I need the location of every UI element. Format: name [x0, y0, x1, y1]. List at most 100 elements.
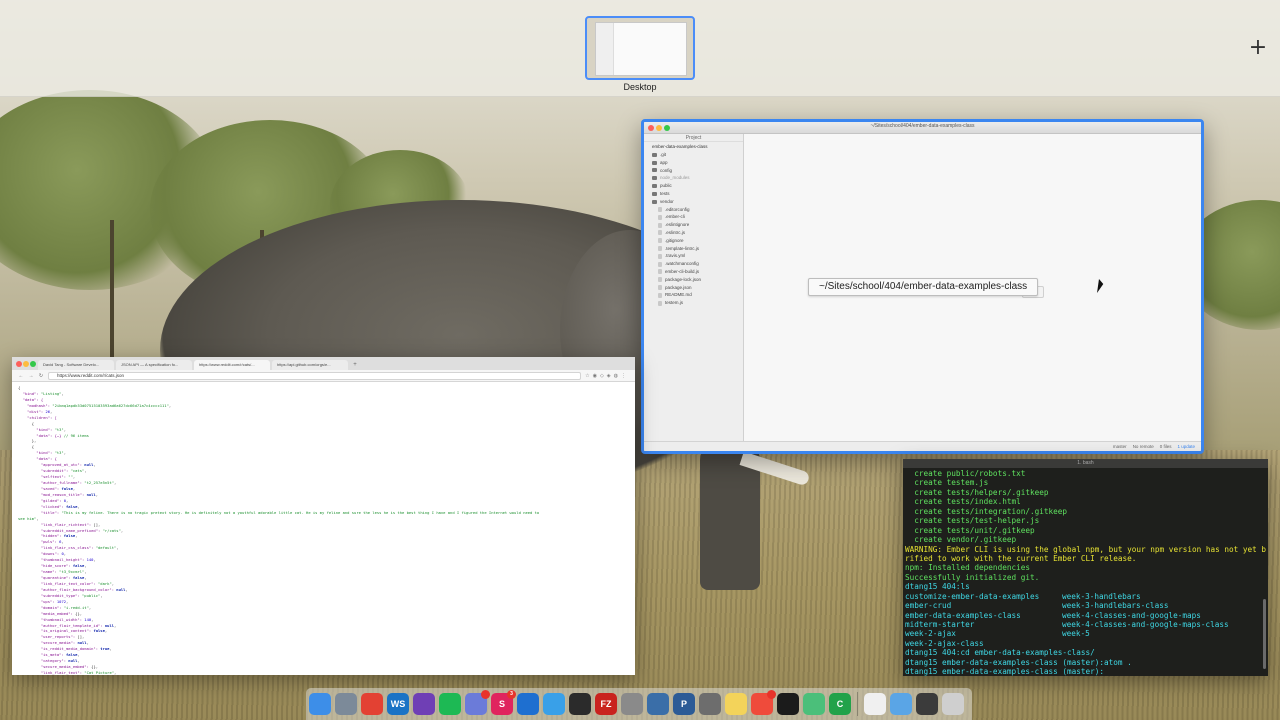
new-tab-icon[interactable]: +: [350, 360, 360, 370]
chrome-tab[interactable]: https://api.github.com/orgs/e...: [272, 360, 348, 370]
trash-icon[interactable]: [942, 693, 964, 715]
1password-icon[interactable]: [517, 693, 539, 715]
webstorm-icon[interactable]: WS: [387, 693, 409, 715]
terminal-output[interactable]: create public/robots.txt create testem.j…: [903, 468, 1268, 676]
update-status[interactable]: 1 update: [1177, 444, 1195, 449]
dock-icon-glyph: P: [680, 699, 687, 709]
github-desktop-icon[interactable]: [413, 693, 435, 715]
json-token: "link_flair_css_class":: [18, 545, 96, 551]
extension-icons[interactable]: ☆◉◇◈◍⋮: [585, 373, 629, 379]
json-token: "is_meta":: [18, 652, 67, 658]
tree-file-item[interactable]: .template-lintrc.js: [644, 245, 743, 253]
zoom-icon[interactable]: [30, 361, 36, 367]
tree-folder-item[interactable]: tests: [644, 190, 743, 198]
json-token: "children": [: [18, 414, 57, 420]
tree-file-item[interactable]: .gitignore: [644, 237, 743, 245]
launchpad-icon[interactable]: [335, 693, 357, 715]
json-token: ,: [63, 551, 67, 557]
chrome-window[interactable]: David Tang - Software Develo... JSON API…: [12, 357, 635, 675]
tree-file-item[interactable]: .ember-cli: [644, 213, 743, 221]
tree-file-item[interactable]: ember-cli-build.js: [644, 268, 743, 276]
tree-folder-item[interactable]: public: [644, 182, 743, 190]
file-icon: [658, 222, 662, 228]
notes-icon[interactable]: [725, 693, 747, 715]
clion-icon[interactable]: C: [829, 693, 851, 715]
git-remote-status[interactable]: No remote: [1133, 444, 1154, 449]
git-branch-status[interactable]: master: [1113, 444, 1127, 449]
atom-icon[interactable]: [803, 693, 825, 715]
chrome-tab[interactable]: David Tang - Software Develo...: [38, 360, 114, 370]
calendar-icon[interactable]: [751, 690, 776, 715]
spotify-icon[interactable]: [439, 693, 461, 715]
tree-folder-item[interactable]: config: [644, 167, 743, 175]
activity-monitor-icon[interactable]: [569, 693, 591, 715]
chrome-toolbar: ← → ↻ https://www.reddit.com/r/cats.json…: [12, 370, 635, 382]
forward-icon[interactable]: →: [28, 373, 34, 379]
tree-file-item[interactable]: .eslintrc.js: [644, 229, 743, 237]
chrome-icon[interactable]: [361, 693, 383, 715]
tree-file-item[interactable]: package-lock.json: [644, 276, 743, 284]
json-token: ,: [111, 580, 115, 586]
tree-file-item[interactable]: .travis.yml: [644, 252, 743, 260]
system-preferences-icon[interactable]: [699, 693, 721, 715]
json-token: ,: [61, 539, 64, 545]
folder-icon: [652, 176, 657, 181]
tree-file-item[interactable]: .watchmanconfig: [644, 260, 743, 268]
json-token: ,: [63, 450, 67, 456]
tree-folder-item[interactable]: node_modules: [644, 174, 743, 182]
tree-folder-item[interactable]: app: [644, 159, 743, 167]
tree-item-label: node_modules: [660, 175, 690, 181]
paw-icon[interactable]: P: [673, 693, 695, 715]
chrome-tab-active[interactable]: https://www.reddit.com/r/cats/...: [194, 360, 270, 370]
database-icon[interactable]: [621, 693, 643, 715]
terminal-window[interactable]: 1. bash create public/robots.txt create …: [903, 459, 1268, 676]
json-token: "hide_score":: [18, 563, 73, 569]
finder-icon[interactable]: [309, 693, 331, 715]
close-icon[interactable]: [16, 361, 22, 367]
back-icon[interactable]: ←: [18, 373, 24, 379]
discord-icon[interactable]: [465, 690, 490, 715]
messages-icon[interactable]: [543, 693, 565, 715]
filezilla-icon[interactable]: FZ: [595, 693, 617, 715]
reload-icon[interactable]: ↻: [38, 373, 44, 379]
chrome-tab[interactable]: JSON API — A specification fo...: [116, 360, 192, 370]
screen-icon[interactable]: [916, 693, 938, 715]
desktop-space-thumbnail[interactable]: [585, 16, 695, 80]
json-token: ,: [88, 604, 92, 610]
ls-entry: week-5: [1062, 629, 1090, 639]
notification-badge: 3: [507, 690, 516, 699]
ls-output-row: ember-crud week-3-handlebars-class: [905, 601, 1266, 610]
json-token: "data": {…}: [18, 432, 64, 438]
tree-file-item[interactable]: README.md: [644, 291, 743, 299]
git-files-status[interactable]: 0 files: [1160, 444, 1172, 449]
terminal-scrollbar[interactable]: [1263, 599, 1266, 669]
terminal-icon[interactable]: [777, 693, 799, 715]
tree-folder-item[interactable]: .git: [644, 151, 743, 159]
json-token: ,: [116, 545, 119, 551]
json-token: {: [18, 420, 35, 426]
folder-icon: [652, 168, 657, 173]
tree-file-item[interactable]: testem.js: [644, 299, 743, 307]
document-icon[interactable]: [864, 693, 886, 715]
tree-file-item[interactable]: .eslintignore: [644, 221, 743, 229]
project-root-folder[interactable]: ember-data-examples-class: [644, 142, 743, 151]
json-token: "kind":: [18, 450, 55, 456]
minimize-icon[interactable]: [23, 361, 29, 367]
file-icon: [658, 269, 662, 275]
postgres-elephant-icon[interactable]: [647, 693, 669, 715]
slack-icon[interactable]: S3: [491, 690, 516, 715]
json-token: "author_flair_background_color":: [18, 586, 117, 592]
json-token: ,: [114, 480, 117, 485]
json-token: "public": [82, 592, 101, 598]
tree-file-item[interactable]: .editorconfig: [644, 206, 743, 214]
downloads-folder-icon[interactable]: [890, 693, 912, 715]
json-token: false: [66, 503, 78, 509]
add-space-icon[interactable]: +: [1248, 36, 1268, 60]
atom-status-bar: master No remote 0 files 1 update: [644, 441, 1201, 451]
json-token: false: [72, 575, 85, 580]
tree-file-item[interactable]: package.json: [644, 284, 743, 292]
atom-window[interactable]: ~/Sites/school/404/ember-data-examples-c…: [641, 119, 1204, 454]
ls-entry: week-4-classes-and-google-maps: [1062, 610, 1201, 620]
address-bar[interactable]: https://www.reddit.com/r/cats.json: [48, 371, 582, 380]
tree-folder-item[interactable]: vendor: [644, 198, 743, 206]
